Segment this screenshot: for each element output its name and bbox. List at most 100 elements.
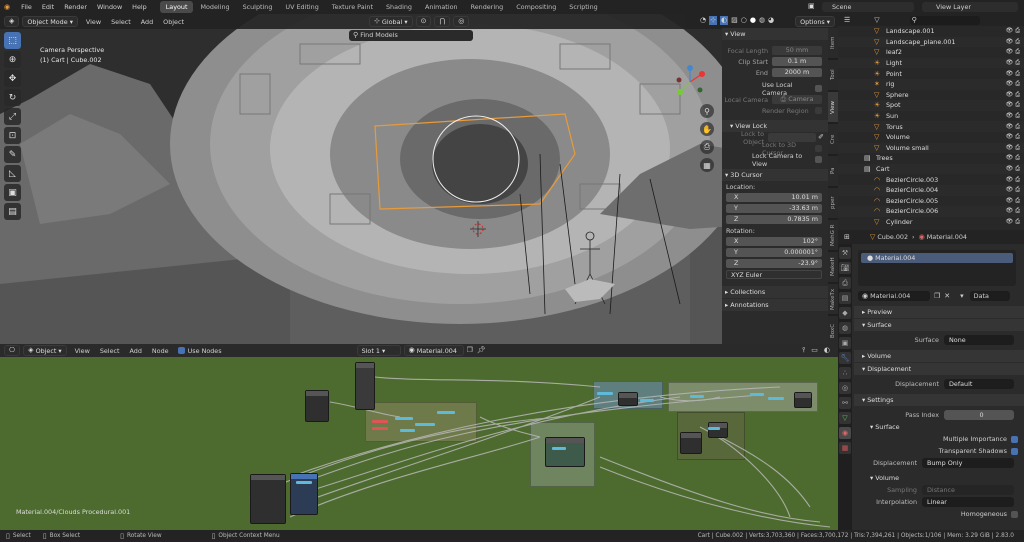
node-type-selector[interactable]: ◈ Object ▾ <box>23 345 67 356</box>
displacement-section-header[interactable]: ▾ Displacement <box>854 363 1024 375</box>
visibility-eye-icon[interactable]: 👁︎ ⎙ <box>1006 154 1020 162</box>
interpolation-field[interactable]: Linear <box>922 497 1014 507</box>
node-box[interactable] <box>305 390 329 422</box>
world-properties-icon[interactable]: ◍ <box>839 322 851 334</box>
modifier-properties-icon[interactable]: 🔧︎ <box>839 352 851 364</box>
snap-toggle[interactable]: ⋂ <box>434 16 451 27</box>
outliner-row[interactable]: ▽ Cylinder 👁︎ ⎙ <box>838 217 1024 228</box>
mode-selector[interactable]: Object Mode ▾ <box>22 16 78 27</box>
node-box[interactable] <box>355 362 375 410</box>
cursor-loc-y-field[interactable]: Y -33.63 m <box>726 204 822 213</box>
node-box[interactable] <box>545 437 585 467</box>
outliner-row[interactable]: ▽ Landscape_plane.001 👁︎ ⎙ <box>838 36 1024 48</box>
material-shading-icon[interactable]: ◍ <box>759 17 765 24</box>
transform-orientation-selector[interactable]: ⊹ Global ▾ <box>369 16 413 27</box>
display-mode-icon[interactable]: ☰ <box>844 16 850 24</box>
outliner-row[interactable]: ◠ BezierCircle.004 👁︎ ⎙ <box>838 184 1024 196</box>
multiple-importance-checkbox[interactable] <box>1011 435 1018 443</box>
visibility-eye-icon[interactable]: 👁︎ ⎙ <box>1006 48 1020 56</box>
tab-scripting[interactable]: Scripting <box>563 1 603 13</box>
sidebar-tab-pper[interactable]: pper <box>828 188 838 218</box>
render-region-checkbox[interactable] <box>815 107 822 114</box>
physics-properties-icon[interactable]: ◎ <box>839 382 851 394</box>
visibility-eye-icon[interactable]: 👁︎ ⎙ <box>1006 197 1020 205</box>
add-cube-tool-icon[interactable]: ▣ <box>4 184 21 201</box>
visibility-eye-icon[interactable]: 👁︎ ⎙ <box>1006 218 1020 226</box>
outliner-row[interactable]: ▤ Trees 👁︎ ⎙ <box>838 153 1024 164</box>
lock-to-3d-cursor-checkbox[interactable] <box>815 145 822 152</box>
snap-node-icon[interactable]: ⫯ <box>802 347 805 354</box>
sidebar-tab-view[interactable]: View <box>828 92 838 122</box>
volume-section-header[interactable]: ▸ Volume <box>854 350 1024 362</box>
material-properties-icon[interactable]: ◉ <box>839 427 851 439</box>
outliner-row[interactable]: ▽ Torus 👁︎ ⎙ <box>838 121 1024 132</box>
blender-logo-icon[interactable]: ◉ <box>4 3 10 11</box>
solid-shading-icon[interactable]: ● <box>750 17 756 24</box>
editor-type-button[interactable]: ◈ <box>4 16 20 27</box>
tool-properties-icon[interactable]: ⚒ <box>839 247 851 259</box>
filter-icon[interactable]: ▽ <box>874 16 879 24</box>
scene-properties-icon[interactable]: ◆ <box>839 307 851 319</box>
menu-file[interactable]: File <box>16 3 37 11</box>
menu-help[interactable]: Help <box>127 3 152 11</box>
sidebar-tab-item[interactable]: Item <box>828 28 838 58</box>
surface-shader-field[interactable]: None <box>944 335 1014 345</box>
sidebar-tab-tool[interactable]: Tool <box>828 60 838 90</box>
visibility-eye-icon[interactable]: 👁︎ ⎙ <box>1006 176 1020 184</box>
sidebar-tab-pa[interactable]: Pa <box>828 156 838 186</box>
use-local-camera-checkbox[interactable] <box>815 85 822 92</box>
render-properties-icon[interactable]: 📷︎ <box>839 262 851 274</box>
pin-icon[interactable]: 📌︎ <box>477 347 486 354</box>
visibility-eye-icon[interactable]: 👁︎ ⎙ <box>1006 186 1020 194</box>
sidebar-tab-boxc[interactable]: BoxC <box>828 316 838 346</box>
visibility-eye-icon[interactable]: 👁︎ ⎙ <box>1006 123 1020 131</box>
3d-viewport[interactable]: ◈ Object Mode ▾ View Select Add Object ⊹… <box>0 14 838 344</box>
node-box[interactable] <box>250 474 286 524</box>
3d-cursor-section-header[interactable]: ▾ 3D Cursor <box>722 169 828 181</box>
pass-index-field[interactable]: 0 <box>944 410 1014 420</box>
clip-end-field[interactable]: 2000 m <box>772 68 822 77</box>
preview-section-header[interactable]: ▸ Preview <box>854 306 1024 318</box>
xray-icon[interactable]: ▨ <box>731 17 738 24</box>
outliner-row[interactable]: ◠ BezierCircle.003 👁︎ ⎙ <box>838 174 1024 185</box>
tab-rendering[interactable]: Rendering <box>465 1 510 13</box>
outliner-row[interactable]: ☀ Point 👁︎ ⎙ <box>838 68 1024 79</box>
slot-selector[interactable]: Slot 1 ▾ <box>356 345 401 356</box>
rendered-shading-icon[interactable]: ◕ <box>768 17 774 24</box>
particles-properties-icon[interactable]: ∴ <box>839 367 851 379</box>
sidebar-tab-create[interactable]: Cre <box>828 124 838 154</box>
node-editor-canvas[interactable] <box>0 357 838 530</box>
annotate-tool-icon[interactable]: ✎ <box>4 146 21 163</box>
overlay-toggle-icon[interactable]: ◐ <box>719 16 729 25</box>
backdrop-icon[interactable]: ▭ <box>811 347 818 354</box>
visibility-eye-icon[interactable]: 👁︎ ⎙ <box>1006 207 1020 215</box>
texture-properties-icon[interactable]: ▦ <box>839 442 851 454</box>
tab-compositing[interactable]: Compositing <box>510 1 562 13</box>
cursor-tool-icon[interactable]: ⊕ <box>4 51 21 68</box>
move-tool-icon[interactable]: ✥ <box>4 70 21 87</box>
node-overlay-icon[interactable]: ◐ <box>824 347 830 354</box>
ortho-grid-icon[interactable]: ▦ <box>700 158 714 172</box>
output-properties-icon[interactable]: ⎙ <box>839 277 851 289</box>
outliner-row[interactable]: ☀ Light 👁︎ ⎙ <box>838 57 1024 69</box>
visibility-eye-icon[interactable]: 👁︎ ⎙ <box>1006 112 1020 120</box>
node-box[interactable] <box>290 473 318 515</box>
object-properties-icon[interactable]: ▣ <box>839 337 851 349</box>
sampling-field[interactable]: Distance <box>922 485 1014 495</box>
menu-render[interactable]: Render <box>59 3 92 11</box>
data-properties-icon[interactable]: ▽ <box>839 412 851 424</box>
zoom-icon[interactable]: ⚲ <box>700 104 714 118</box>
displacement-field[interactable]: Default <box>944 379 1014 389</box>
clip-start-field[interactable]: 0.1 m <box>772 57 822 66</box>
sidebar-tab-mehg[interactable]: MehG R <box>828 220 838 250</box>
outliner-row[interactable]: ▽ Volume 👁︎ ⎙ <box>838 132 1024 143</box>
outliner-row[interactable]: ▽ Landscape.001 👁︎ ⎙ <box>838 26 1024 37</box>
focal-length-field[interactable]: 50 mm <box>772 46 822 55</box>
node-box[interactable] <box>708 422 728 438</box>
extra-tool-icon[interactable]: ▤ <box>4 203 21 220</box>
proportional-edit-toggle[interactable]: ◎ <box>453 16 470 27</box>
outliner-row[interactable]: ☀ Sun 👁︎ ⎙ <box>838 111 1024 122</box>
visibility-eye-icon[interactable]: 👁︎ ⎙ <box>1006 133 1020 141</box>
sidebar-tab-maketx[interactable]: MakeTx <box>828 284 838 314</box>
camera-view-icon[interactable]: ⎙ <box>700 140 714 154</box>
